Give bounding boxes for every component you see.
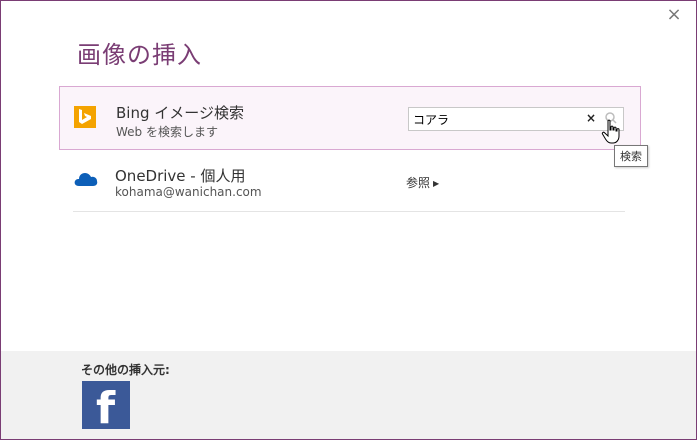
onedrive-cloud-icon xyxy=(73,170,99,192)
bing-logo-icon xyxy=(74,106,96,128)
onedrive-row[interactable]: OneDrive - 個人用 kohama@wanichan.com 参照 ▶ xyxy=(73,153,625,212)
chevron-right-icon: ▶ xyxy=(433,179,440,188)
dialog-title: 画像の挿入 xyxy=(77,41,202,69)
onedrive-browse-link[interactable]: 参照 ▶ xyxy=(406,174,439,191)
bing-image-search-row[interactable]: Bing イメージ検索 Web を検索します × xyxy=(59,86,641,150)
onedrive-account: kohama@wanichan.com xyxy=(115,185,262,199)
other-sources-footer: その他の挿入元: f xyxy=(1,351,696,439)
bing-search-input[interactable] xyxy=(409,108,569,130)
insert-picture-dialog: × 画像の挿入 Bing イメージ検索 Web を検索します × 検索 xyxy=(0,0,697,440)
close-icon[interactable]: × xyxy=(666,6,682,24)
bing-search-box: × xyxy=(408,107,624,131)
other-sources-label: その他の挿入元: xyxy=(81,363,170,377)
bing-title: Bing イメージ検索 xyxy=(116,104,244,122)
browse-label: 参照 xyxy=(406,176,431,190)
clear-search-icon[interactable]: × xyxy=(584,111,598,125)
bing-subtitle: Web を検索します xyxy=(116,125,218,139)
facebook-icon[interactable]: f xyxy=(82,381,130,434)
facebook-glyph: f xyxy=(96,383,116,434)
onedrive-title: OneDrive - 個人用 xyxy=(115,167,246,185)
